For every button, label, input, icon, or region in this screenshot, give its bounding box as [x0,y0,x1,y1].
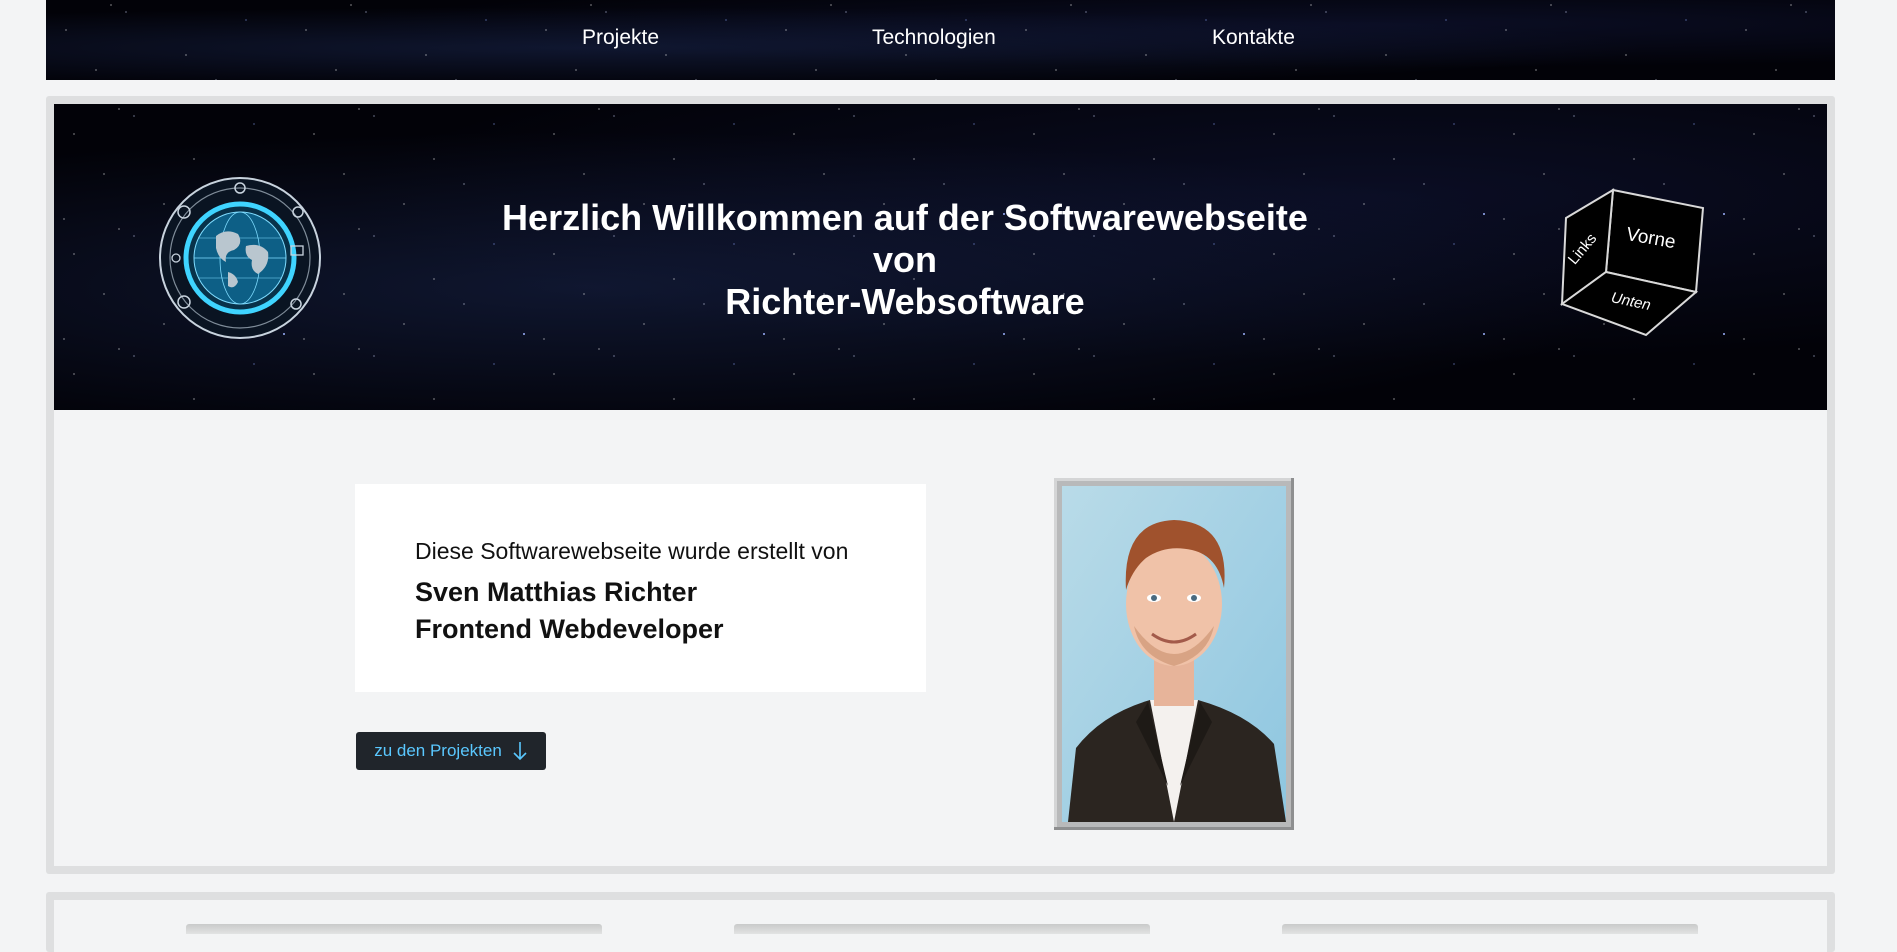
arrow-down-icon [513,742,527,761]
author-info-card: Diese Softwarewebseite wurde erstellt vo… [355,484,926,692]
top-navigation: Projekte Technologien Kontakte [46,0,1835,80]
welcome-section: Herzlich Willkommen auf der Softwarewebs… [46,96,1835,874]
author-portrait [1054,478,1294,830]
hero-title-line-1: Herzlich Willkommen auf der Softwarewebs… [502,197,1308,238]
hero-title-line-2: von [872,239,937,280]
author-name: Sven Matthias Richter [415,577,698,607]
author-intro-text: Diese Softwarewebseite wurde erstellt vo… [415,538,849,564]
portrait-photo [1062,486,1286,822]
nav-link-kontakte[interactable]: Kontakte [1212,26,1295,50]
hero-banner: Herzlich Willkommen auf der Softwarewebs… [54,104,1827,410]
nav-link-technologien[interactable]: Technologien [872,26,996,50]
project-card-1[interactable] [186,924,602,934]
navigation-cube[interactable]: Vorne Links Unten [1558,180,1718,350]
projects-section [46,892,1835,952]
hero-title-line-3: Richter-Websoftware [725,281,1085,322]
author-role: Frontend Webdeveloper [415,614,724,644]
to-projects-button-label: zu den Projekten [374,741,502,760]
to-projects-button[interactable]: zu den Projekten [356,732,546,770]
project-card-3[interactable] [1282,924,1698,934]
project-card-2[interactable] [734,924,1150,934]
nav-link-projekte[interactable]: Projekte [582,26,659,50]
hero-title: Herzlich Willkommen auf der Softwarewebs… [54,197,1756,323]
